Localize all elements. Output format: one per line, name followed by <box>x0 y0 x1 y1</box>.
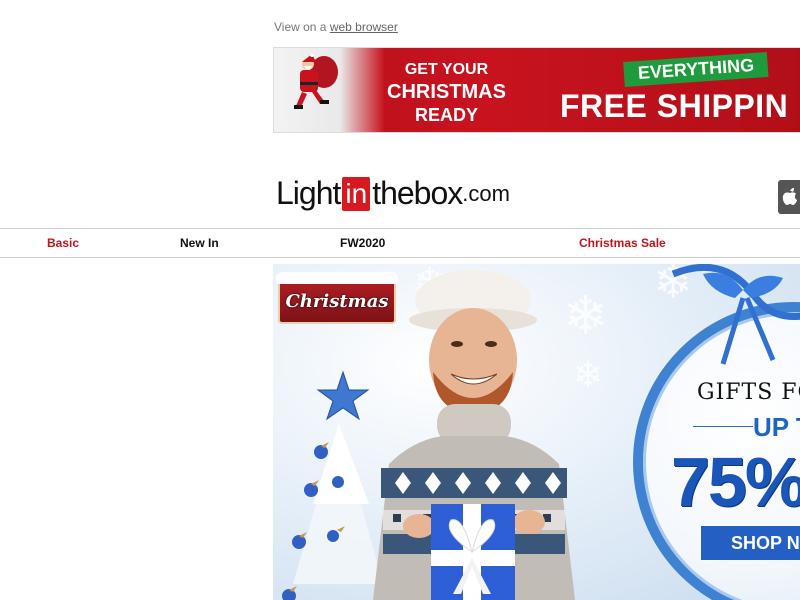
web-browser-link[interactable]: web browser <box>330 20 398 34</box>
lightinthebox-logo[interactable]: Light in thebox .com <box>276 175 510 211</box>
up-to-text: UP T <box>753 412 800 442</box>
nav-item-christmas-sale[interactable]: Christmas Sale <box>579 236 666 250</box>
gifts-for-heading: GIFTS FO <box>697 380 800 405</box>
christmas-hero-banner[interactable]: ❄ ❄ ❄ ❄ Christmas <box>273 264 800 600</box>
apple-icon <box>782 188 797 205</box>
free-shipping-banner[interactable]: GET YOUR CHRISTMAS READY EVERYTHING FREE… <box>273 47 800 133</box>
logo-part-com: .com <box>462 181 510 206</box>
view-in-browser-line: View on a web browser <box>274 20 398 34</box>
free-shipping-headline: FREE SHIPPIN <box>560 88 789 124</box>
get-christmas-ready-text: GET YOUR CHRISTMAS READY <box>374 58 519 127</box>
view-in-browser-prefix: View on a <box>274 20 330 34</box>
shop-now-button[interactable]: SHOP N <box>701 526 800 560</box>
santa-icon <box>294 54 338 109</box>
up-to-divider <box>693 426 753 427</box>
promo-line-2: CHRISTMAS <box>387 81 506 103</box>
nav-item-basic[interactable]: Basic <box>47 236 79 250</box>
gift-box-icon <box>431 504 515 600</box>
santa-illustration <box>274 48 384 132</box>
nav-item-fw2020[interactable]: FW2020 <box>340 236 385 250</box>
discount-percent: 75% <box>671 443 800 521</box>
promo-line-1: GET YOUR <box>404 61 489 78</box>
app-store-badge[interactable] <box>778 180 800 214</box>
logo-part-in: in <box>342 177 371 211</box>
logo-part-thebox: thebox <box>372 175 463 211</box>
category-nav: Basic New In FW2020 Christmas Sale <box>0 228 800 258</box>
nav-item-new-in[interactable]: New In <box>180 236 219 250</box>
promo-line-3: READY <box>414 105 478 125</box>
logo-part-light: Light <box>276 175 341 211</box>
everything-badge: EVERYTHING <box>623 51 769 87</box>
ribbon-icon <box>671 264 800 365</box>
